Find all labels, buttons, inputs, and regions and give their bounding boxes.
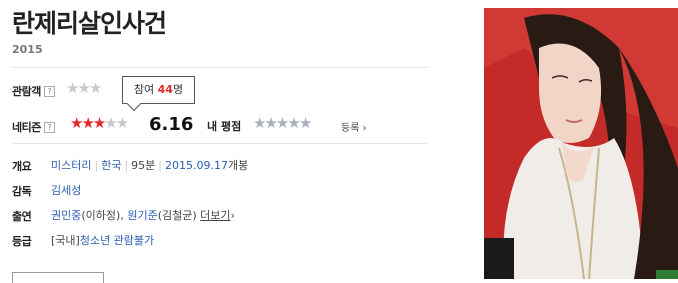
star-icon: ★ [77,79,91,97]
divider [12,67,428,68]
my-rating-stars[interactable]: ★★★★★ [253,114,313,132]
more-link[interactable]: 더보기 [200,209,230,222]
runtime: 95분 [131,159,156,172]
netizen-stars: ★★★★★ [70,114,130,132]
audience-rating-label: 관람객? [12,83,55,99]
audience-help-icon[interactable]: ? [43,86,55,97]
grade-values: [국내]청소년 관람불가 [51,234,155,247]
star-icon: ★ [70,114,84,132]
release-suffix: 개봉 [228,159,249,172]
star-icon: ★ [115,114,130,132]
star-icon[interactable]: ★ [264,114,278,132]
star-icon: ★ [104,114,118,132]
action-button-partial[interactable] [12,272,104,283]
country-link[interactable]: 한국 [101,159,121,172]
overview-values: 미스터리 | 한국 | 95분 | 2015.09.17개봉 [51,159,249,172]
director-label: 감독 [12,185,32,198]
netizen-score: 6.16 [149,114,194,135]
director-link[interactable]: 김세성 [51,184,81,197]
star-icon[interactable]: ★ [253,114,267,132]
genre-link[interactable]: 미스터리 [51,159,91,172]
cast-values: 권민중(이하정), 원기준(김철균) 더보기› [51,209,235,222]
cast-label: 출연 [12,210,32,223]
movie-poster[interactable] [484,8,678,279]
participant-count: 44 [157,83,173,96]
audience-stars: ★★★ [66,79,103,97]
chevron-right-icon: › [362,123,367,134]
movie-year: 2015 [12,43,43,56]
my-rating-label: 내 평점 [207,120,242,133]
netizen-help-icon[interactable]: ? [43,122,55,133]
overview-label: 개요 [12,160,32,173]
grade-link[interactable]: 청소년 관람불가 [80,234,154,247]
star-icon: ★ [81,114,95,132]
director-values: 김세성 [51,182,81,198]
participant-count-tooltip: 참여 44명 [122,76,195,104]
movie-title: 란제리살인사건 [12,9,167,38]
netizen-rating-label: 네티즌? [12,119,55,135]
chevron-right-icon: › [230,209,235,222]
cast-link[interactable]: 권민중 [51,209,81,222]
star-icon: ★ [66,79,80,97]
star-icon[interactable]: ★ [287,114,301,132]
release-date-link[interactable]: 2015.09.17 [165,159,228,172]
poster-image [484,8,678,279]
star-icon: ★ [88,79,103,97]
star-icon: ★ [92,114,107,132]
divider [12,143,428,144]
register-rating-button[interactable]: 등록 › [341,119,367,134]
cast-link[interactable]: 원기준 [127,209,157,222]
star-icon[interactable]: ★ [299,114,313,132]
star-icon[interactable]: ★ [276,114,290,132]
grade-label: 등급 [12,235,32,248]
